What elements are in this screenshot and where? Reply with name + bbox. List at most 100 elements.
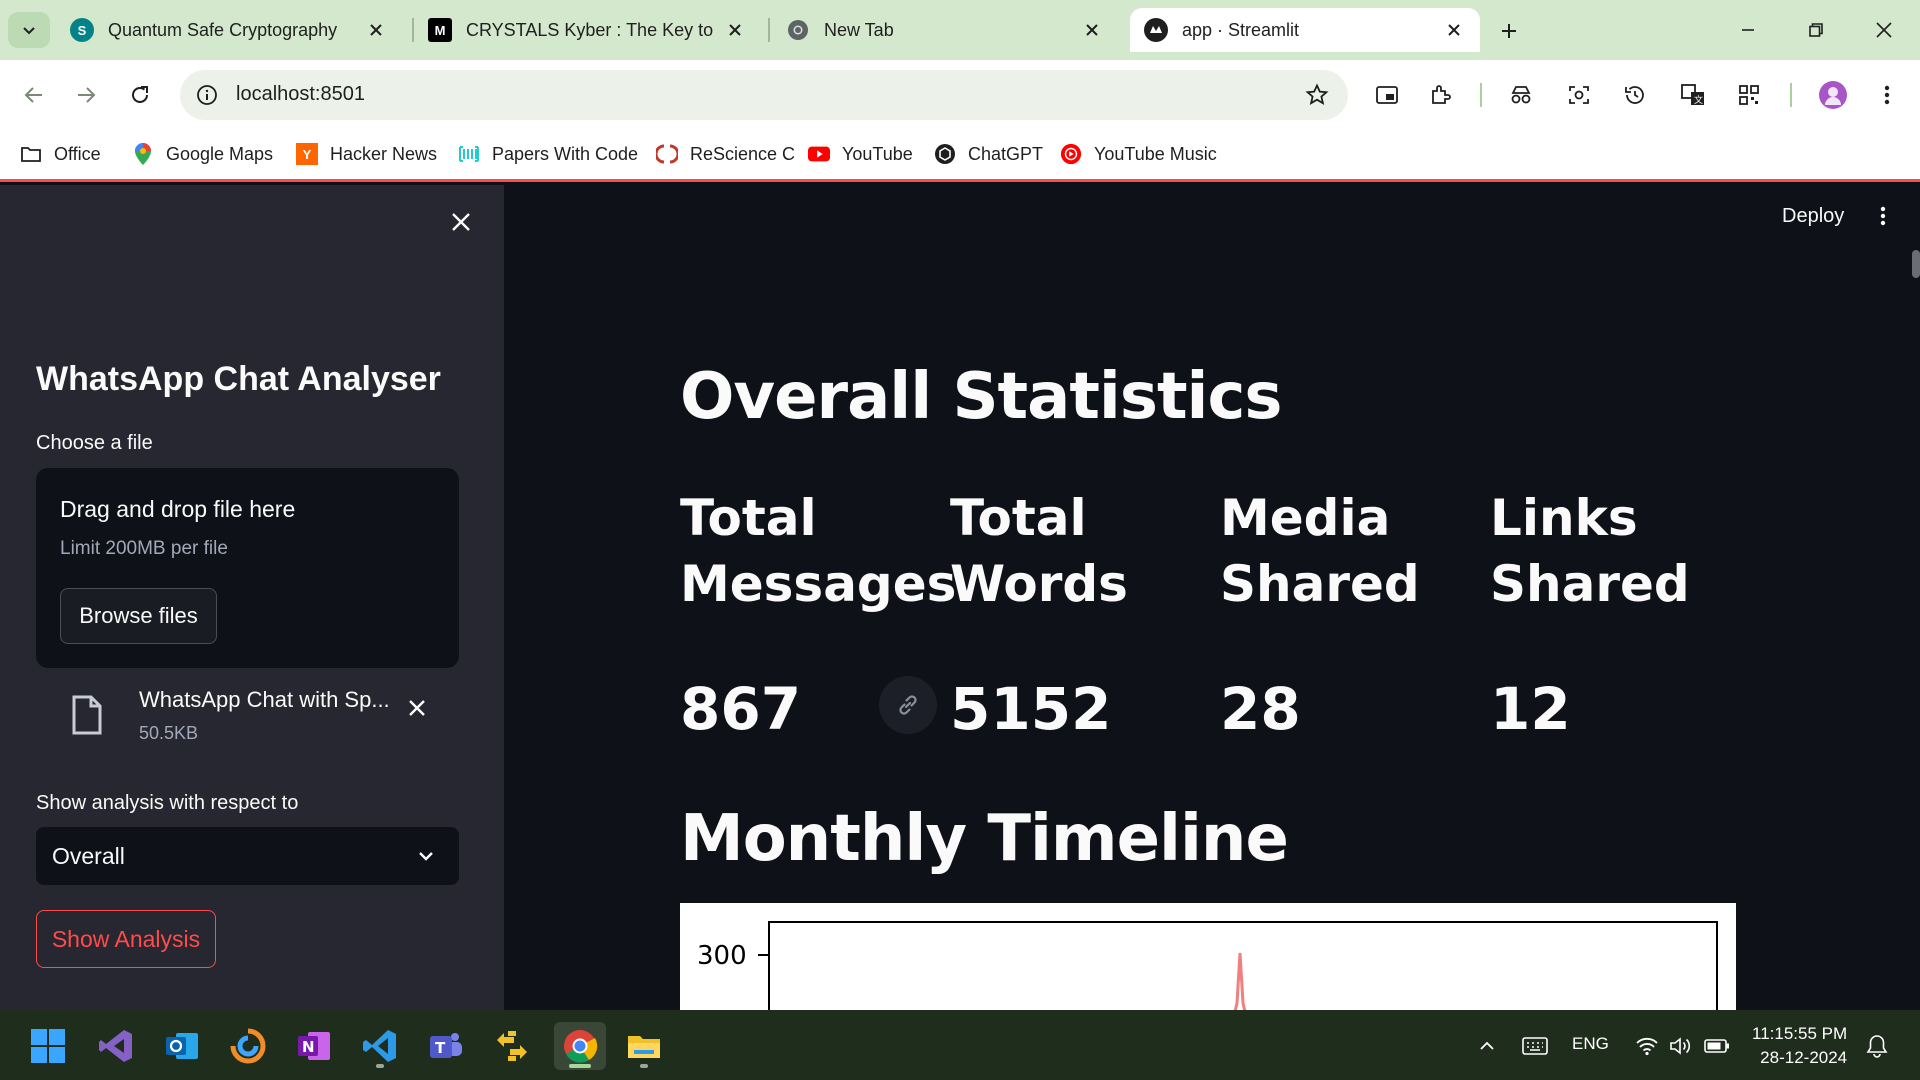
browser-toolbar: localhost:8501 文	[0, 60, 1920, 130]
onenote-icon[interactable]: N	[290, 1022, 338, 1070]
chart-plot-area	[768, 921, 1718, 1010]
link-icon[interactable]	[879, 676, 937, 734]
sidebar-title: WhatsApp Chat Analyser	[36, 360, 441, 398]
monthly-timeline-chart: 300	[680, 903, 1736, 1010]
extensions-icon[interactable]	[1424, 78, 1458, 112]
tab-close-icon[interactable]	[1080, 18, 1104, 42]
new-tab-button[interactable]	[1494, 16, 1524, 46]
history-icon[interactable]	[1618, 78, 1652, 112]
notification-bell-icon[interactable]	[1862, 1032, 1892, 1060]
close-icon	[1876, 22, 1892, 38]
metric-label-media-shared: Media Shared	[1220, 485, 1420, 617]
address-bar[interactable]: localhost:8501	[180, 70, 1348, 120]
reload-button[interactable]	[122, 77, 158, 113]
tab-close-icon[interactable]	[1442, 18, 1466, 42]
svg-text:N: N	[302, 1038, 315, 1056]
windows-start-icon[interactable]	[24, 1022, 72, 1070]
chrome-icon[interactable]	[554, 1022, 606, 1070]
forward-button[interactable]	[68, 77, 104, 113]
restore-button[interactable]	[1796, 14, 1836, 46]
minimize-icon	[1742, 29, 1754, 31]
bookmark-hacker-news[interactable]: Y Hacker News	[296, 140, 437, 168]
sidebar-close-button[interactable]	[446, 207, 476, 237]
deploy-button[interactable]: Deploy	[1782, 205, 1844, 228]
chatgpt-icon	[934, 143, 956, 165]
back-button[interactable]	[16, 77, 52, 113]
hacker-news-icon: Y	[296, 143, 318, 165]
timeline-series-line	[1233, 952, 1247, 1010]
app-icon[interactable]	[224, 1022, 272, 1070]
svg-text:T: T	[435, 1039, 446, 1057]
qr-code-icon[interactable]	[1732, 78, 1766, 112]
folder-icon	[20, 143, 42, 165]
close-icon	[409, 700, 425, 716]
teams-icon[interactable]: T	[422, 1022, 470, 1070]
picture-in-picture-icon[interactable]	[1370, 78, 1404, 112]
metric-label-line: Media	[1220, 489, 1391, 547]
tab-title: New Tab	[824, 19, 894, 40]
bookmark-rescience[interactable]: ReScience C	[656, 140, 795, 168]
tab-crystals-kyber[interactable]: M CRYSTALS Kyber : The Key to Po	[414, 8, 760, 52]
close-window-button[interactable]	[1864, 14, 1904, 46]
bookmark-label: Hacker News	[330, 143, 438, 164]
tab-search-button[interactable]	[8, 12, 50, 48]
vscode-icon[interactable]	[356, 1022, 404, 1070]
clock-date: 28-12-2024	[1760, 1048, 1848, 1067]
metric-label-line: Shared	[1490, 555, 1690, 613]
file-explorer-icon[interactable]	[620, 1022, 668, 1070]
outlook-icon[interactable]	[158, 1022, 206, 1070]
metric-label-line: Words	[950, 555, 1128, 613]
uploaded-file-size: 50.5KB	[139, 723, 199, 743]
bookmark-youtube[interactable]: YouTube	[808, 140, 913, 168]
bookmark-google-maps[interactable]: Google Maps	[132, 140, 273, 168]
tab-close-icon[interactable]	[364, 18, 388, 42]
incognito-extension-icon[interactable]	[1504, 78, 1538, 112]
input-language[interactable]: ENG	[1572, 1034, 1609, 1054]
analysis-user-select[interactable]: Overall	[36, 827, 459, 885]
profile-avatar[interactable]	[1816, 78, 1850, 112]
wifi-icon[interactable]	[1632, 1032, 1662, 1060]
browser-tab-strip: S Quantum Safe Cryptography M CRYSTALS K…	[0, 0, 1920, 60]
bookmark-star-icon[interactable]	[1304, 82, 1330, 108]
show-analysis-button[interactable]: Show Analysis	[36, 910, 216, 968]
app-menu-icon[interactable]	[1868, 201, 1898, 231]
file-transfer-icon[interactable]	[488, 1022, 536, 1070]
minimize-button[interactable]	[1728, 14, 1768, 46]
tab-streamlit-app[interactable]: app · Streamlit	[1130, 8, 1480, 52]
metric-label-line: Messages	[680, 555, 957, 613]
translate-icon[interactable]: 文	[1676, 78, 1710, 112]
bookmark-label: YouTube Music	[1094, 143, 1217, 164]
metric-label-total-words: Total Words	[950, 485, 1128, 617]
google-maps-icon	[132, 143, 154, 165]
chrome-icon	[786, 18, 810, 42]
keyboard-icon[interactable]	[1518, 1032, 1552, 1060]
browser-menu-icon[interactable]	[1870, 78, 1904, 112]
running-indicator	[376, 1064, 384, 1068]
tab-separator	[768, 18, 770, 42]
battery-icon[interactable]	[1702, 1032, 1732, 1060]
bookmark-label: YouTube	[842, 143, 913, 164]
bookmark-office[interactable]: Office	[20, 140, 101, 168]
file-dropzone[interactable]: Drag and drop file here Limit 200MB per …	[36, 468, 459, 668]
bookmark-chatgpt[interactable]: ChatGPT	[934, 140, 1043, 168]
browse-files-button[interactable]: Browse files	[60, 588, 217, 644]
system-clock[interactable]: 11:15:55 PM 28-12-2024	[1752, 1022, 1847, 1070]
tab-new-tab[interactable]: New Tab	[772, 8, 1118, 52]
main-content: Deploy Overall Statistics Total Messages…	[504, 185, 1920, 1010]
bookmark-label: ReScience C	[690, 143, 796, 164]
visual-studio-icon[interactable]	[92, 1022, 140, 1070]
bookmark-papers-with-code[interactable]: Papers With Code	[458, 140, 638, 168]
remove-file-button[interactable]	[402, 693, 432, 723]
active-indicator	[569, 1064, 591, 1068]
site-info-icon[interactable]	[194, 82, 220, 108]
scrollbar-thumb[interactable]	[1912, 250, 1920, 278]
windows-taskbar: N T ENG 11:15:55 PM 28-12-2024	[0, 1010, 1920, 1080]
screenshot-extension-icon[interactable]	[1562, 78, 1596, 112]
volume-icon[interactable]	[1666, 1032, 1696, 1060]
bookmark-youtube-music[interactable]: YouTube Music	[1060, 140, 1217, 168]
tab-close-icon[interactable]	[724, 18, 746, 42]
show-hidden-icons-chevron-up-icon[interactable]	[1472, 1032, 1502, 1060]
uploaded-file-name: WhatsApp Chat with Sp...	[139, 687, 390, 712]
plus-icon	[1502, 24, 1516, 38]
tab-quantum-safe[interactable]: S Quantum Safe Cryptography	[56, 8, 402, 52]
